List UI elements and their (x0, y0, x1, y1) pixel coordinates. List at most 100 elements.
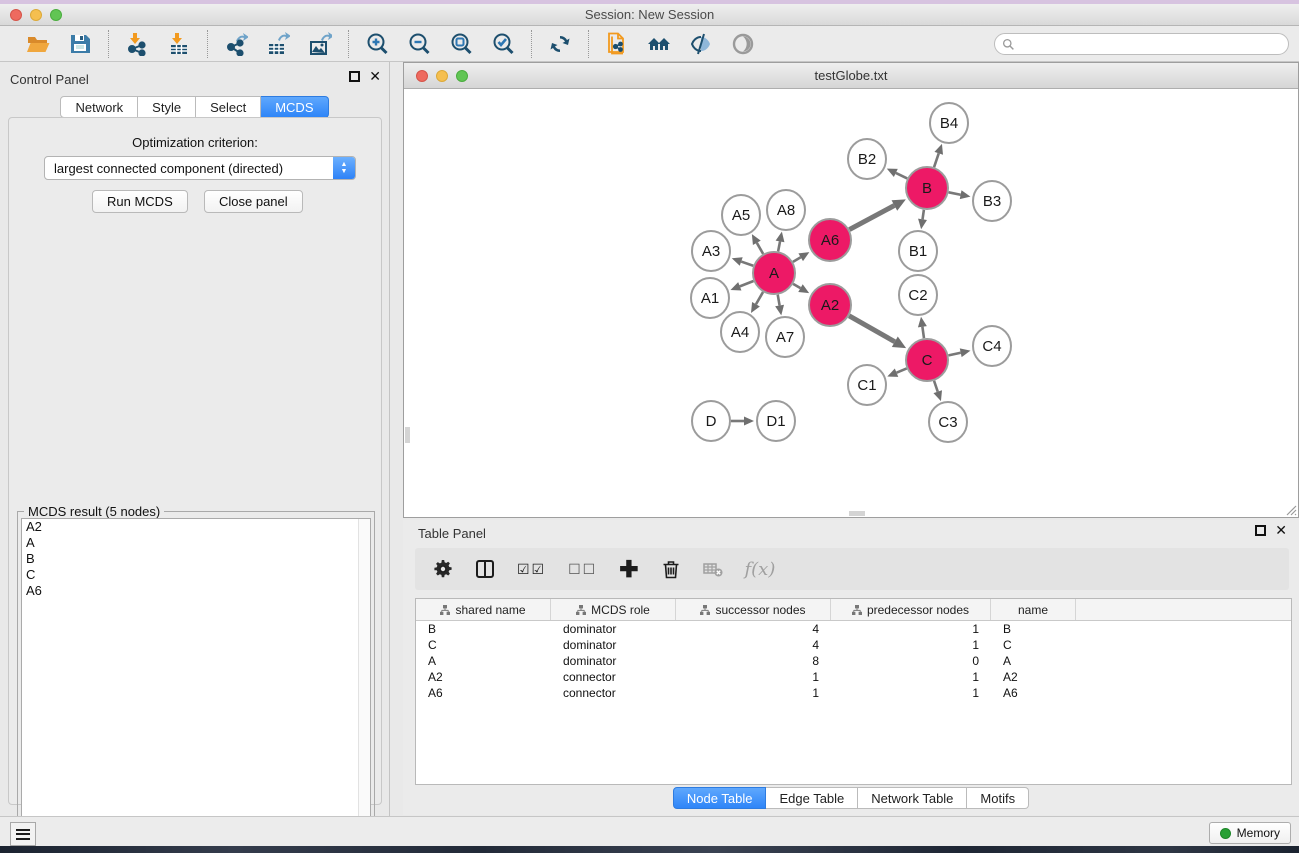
result-list-item[interactable]: A (22, 535, 370, 551)
table-cell[interactable]: 4 (676, 637, 831, 653)
tab-edge-table[interactable]: Edge Table (766, 787, 858, 809)
graph-edge-A-A5[interactable] (757, 243, 763, 254)
table-cell[interactable]: A2 (416, 669, 551, 685)
graph-edge-B-B4[interactable] (934, 153, 939, 167)
graph-node-A6[interactable]: A6 (809, 219, 851, 261)
close-panel-icon[interactable]: ✕ (369, 71, 381, 82)
zoom-out-button[interactable] (401, 29, 437, 59)
graph-node-A[interactable]: A (753, 252, 795, 294)
export-image-button[interactable] (302, 29, 338, 59)
tab-mcds[interactable]: MCDS (261, 96, 328, 118)
delete-table-button[interactable] (703, 559, 723, 579)
run-mcds-button[interactable]: Run MCDS (92, 190, 188, 213)
graph-edge-A-A7[interactable] (778, 295, 780, 306)
result-list-scrollbar[interactable] (358, 519, 370, 849)
search-input[interactable] (1015, 35, 1288, 53)
function-builder-button[interactable]: f(x) (745, 559, 776, 580)
graph-edge-C-C3[interactable] (934, 381, 938, 392)
table-cell[interactable]: A2 (991, 669, 1076, 685)
table-cell[interactable]: dominator (551, 637, 676, 653)
graph-node-C4[interactable]: C4 (973, 326, 1011, 366)
table-cell[interactable]: A6 (991, 685, 1076, 701)
table-cell[interactable]: 8 (676, 653, 831, 669)
graph-edge-A-A1[interactable] (740, 281, 754, 286)
table-row[interactable]: Bdominator41B (416, 621, 1291, 637)
graph-edge-C-C4[interactable] (949, 353, 961, 356)
table-cell[interactable]: 1 (676, 685, 831, 701)
task-history-button[interactable] (10, 822, 36, 846)
graph-node-D1[interactable]: D1 (757, 401, 795, 441)
table-cell[interactable]: 1 (831, 637, 991, 653)
graph-node-C[interactable]: C (906, 339, 948, 381)
close-table-panel-icon[interactable]: ✕ (1275, 525, 1287, 536)
save-session-button[interactable] (62, 29, 98, 59)
tab-network[interactable]: Network (60, 96, 138, 118)
network-canvas[interactable]: AA1A3A5A8A4A7A6A2BB1B2B3B4CC1C2C3C4DD1 (404, 89, 1298, 517)
table-cell[interactable]: dominator (551, 653, 676, 669)
graph-node-A8[interactable]: A8 (767, 190, 805, 230)
result-list-item[interactable]: C (22, 567, 370, 583)
search-field[interactable] (994, 33, 1289, 55)
show-graphics-details-button[interactable] (725, 29, 761, 59)
import-network-button[interactable] (119, 29, 155, 59)
graph-edge-A2-C[interactable] (849, 316, 895, 342)
column-header-shared-name[interactable]: shared name (416, 599, 551, 620)
graph-node-A7[interactable]: A7 (766, 317, 804, 357)
tab-style[interactable]: Style (138, 96, 196, 118)
graph-node-C2[interactable]: C2 (899, 275, 937, 315)
graph-edge-A-A2[interactable] (793, 284, 800, 288)
graph-node-B[interactable]: B (906, 167, 948, 209)
graph-node-A4[interactable]: A4 (721, 312, 759, 352)
hide-graphics-details-button[interactable] (683, 29, 719, 59)
graph-node-B1[interactable]: B1 (899, 231, 937, 271)
optimization-criterion-dropdown[interactable]: largest connected component (directed) ▲… (44, 156, 356, 180)
resize-grip-icon[interactable] (1283, 502, 1297, 516)
graph-edge-A-A6[interactable] (793, 257, 801, 262)
graph-edge-A-A3[interactable] (741, 262, 753, 266)
graph-edge-A6-B[interactable] (849, 205, 894, 229)
graph-node-C1[interactable]: C1 (848, 365, 886, 405)
graph-node-B2[interactable]: B2 (848, 139, 886, 179)
apply-layout-button[interactable] (542, 29, 578, 59)
tab-node-table[interactable]: Node Table (673, 787, 767, 809)
graph-node-A1[interactable]: A1 (691, 278, 729, 318)
graph-node-A5[interactable]: A5 (722, 195, 760, 235)
tab-select[interactable]: Select (196, 96, 261, 118)
zoom-in-button[interactable] (359, 29, 395, 59)
export-table-button[interactable] (260, 29, 296, 59)
table-row[interactable]: Cdominator41C (416, 637, 1291, 653)
result-list-item[interactable]: A2 (22, 519, 370, 535)
select-all-button[interactable]: ☑☑ (517, 561, 546, 578)
float-panel-icon[interactable] (349, 71, 360, 82)
table-cell[interactable]: A (991, 653, 1076, 669)
table-cell[interactable]: B (991, 621, 1076, 637)
table-cell[interactable]: 1 (831, 669, 991, 685)
column-header-successor-nodes[interactable]: successor nodes (676, 599, 831, 620)
node-table[interactable]: shared nameMCDS rolesuccessor nodesprede… (415, 598, 1292, 785)
delete-column-button[interactable] (661, 559, 681, 579)
result-list-item[interactable]: B (22, 551, 370, 567)
graph-edge-C-C1[interactable] (897, 368, 907, 372)
table-cell[interactable]: dominator (551, 621, 676, 637)
home-button[interactable] (641, 29, 677, 59)
deselect-all-button[interactable]: ☐☐ (568, 561, 597, 578)
table-cell[interactable]: 1 (831, 685, 991, 701)
graph-node-A3[interactable]: A3 (692, 231, 730, 271)
column-header-predecessor-nodes[interactable]: predecessor nodes (831, 599, 991, 620)
table-cell[interactable]: B (416, 621, 551, 637)
table-row[interactable]: Adominator80A (416, 653, 1291, 669)
table-cell[interactable]: 0 (831, 653, 991, 669)
table-settings-button[interactable] (433, 559, 453, 579)
memory-button[interactable]: Memory (1209, 822, 1291, 844)
mcds-result-list[interactable]: A2ABCA6 (21, 518, 371, 850)
network-horizontal-scroll-thumb[interactable] (849, 511, 865, 516)
graph-node-C3[interactable]: C3 (929, 402, 967, 442)
import-table-button[interactable] (161, 29, 197, 59)
column-header-name[interactable]: name (991, 599, 1076, 620)
graph-edge-B-B3[interactable] (949, 192, 961, 194)
table-cell[interactable]: A (416, 653, 551, 669)
tab-motifs[interactable]: Motifs (967, 787, 1029, 809)
table-row[interactable]: A6connector11A6 (416, 685, 1291, 701)
graph-node-B3[interactable]: B3 (973, 181, 1011, 221)
graph-edge-C-C2[interactable] (922, 327, 924, 339)
